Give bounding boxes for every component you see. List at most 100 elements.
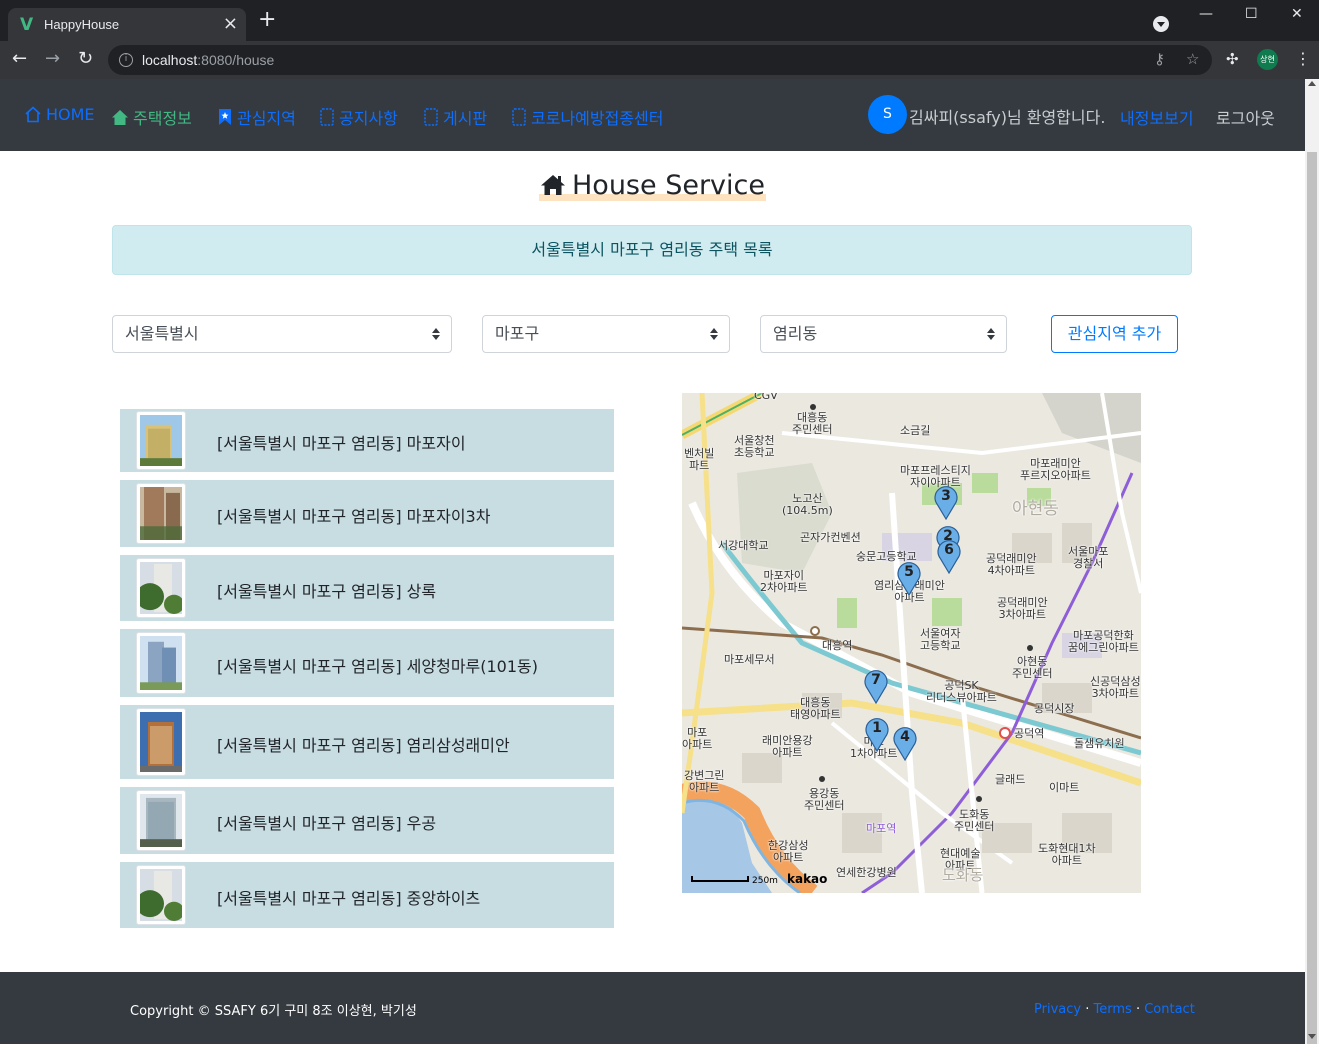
close-window-icon[interactable]: ✕ [1291, 6, 1303, 22]
welcome-text: 김싸피(ssafy)님 환영합니다. [909, 108, 1106, 127]
key-icon[interactable]: ⚷ [1154, 50, 1165, 68]
scroll-down-icon[interactable] [1308, 1034, 1316, 1039]
map-label: 도화동 주민센터 [954, 808, 995, 833]
house-fill-icon [541, 175, 565, 195]
select-caret-icon [710, 328, 718, 340]
house-list-item[interactable]: [서울특별시 마포구 염리동] 마포자이3차 [120, 480, 614, 547]
nav-house-info[interactable]: 주택정보 [111, 105, 192, 129]
house-list-item[interactable]: [서울특별시 마포구 염리동] 우공 [120, 787, 614, 854]
dong-select[interactable]: 염리동 [760, 315, 1007, 353]
house-thumbnail [136, 483, 186, 544]
maximize-icon[interactable]: ☐ [1245, 6, 1258, 22]
map-label: 노고산 (104.5m) [782, 492, 833, 517]
house-list-item[interactable]: [서울특별시 마포구 염리동] 마포자이 [120, 409, 614, 472]
nav-notice-label: 공지사항 [339, 109, 398, 128]
house-name: [서울특별시 마포구 염리동] 상록 [217, 582, 437, 601]
house-name: [서울특별시 마포구 염리동] 염리삼성래미안 [217, 736, 510, 755]
kakao-map[interactable]: 대흥동 주민센터 소금길 서울창천 초등학교 마포프레스티지 자이아파트 마포래미안 푸… [682, 393, 1141, 893]
forward-icon[interactable]: → [45, 49, 60, 69]
scroll-up-icon[interactable] [1308, 81, 1316, 86]
house-list-item[interactable]: [서울특별시 마포구 염리동] 세양청마루(101동) [120, 629, 614, 697]
new-tab-icon[interactable]: + [258, 9, 276, 31]
marker-number: 3 [941, 488, 951, 504]
map-label: CGV [754, 393, 778, 402]
map-label: 공덕역 [1014, 727, 1045, 740]
house-thumbnail [136, 558, 186, 618]
nav-interest-area[interactable]: 관심지역 [217, 105, 296, 129]
map-marker[interactable]: 5 [897, 562, 921, 596]
map-label: 마포공덕한화 꿈에그린아파트 [1068, 629, 1139, 654]
map-marker[interactable]: 7 [864, 670, 888, 704]
kakao-logo: kakao [787, 872, 828, 886]
map-label: 서울창천 초등학교 [734, 434, 775, 459]
map-label: 공덕SK 리더스뷰아파트 [926, 679, 997, 704]
nav-vaccine-center[interactable]: 코로나예방접종센터 [511, 105, 663, 129]
minimize-icon[interactable]: — [1199, 6, 1213, 22]
city-select[interactable]: 서울특별시 [112, 315, 452, 353]
back-icon[interactable]: ← [12, 49, 27, 69]
house-list-item[interactable]: [서울특별시 마포구 염리동] 중앙하이츠 [120, 862, 614, 928]
map-label: 돌샘유치원 [1074, 737, 1125, 750]
map-label: 공덕래미안 3차아파트 [997, 596, 1048, 621]
map-label: 대흥역 [822, 639, 853, 652]
map-label: 서강대학교 [718, 539, 769, 552]
footer-separator: · [1085, 1002, 1090, 1017]
nav-interest-area-label: 관심지역 [237, 109, 296, 128]
map-label: 신공덕삼성 3차아파트 [1090, 675, 1141, 700]
map-label: 아현동 주민센터 [1012, 655, 1053, 680]
map-marker[interactable]: 1 [865, 718, 889, 752]
address-bar[interactable]: i localhost:8080/house ⚷ ☆ [108, 45, 1212, 75]
house-thumbnail [136, 632, 186, 694]
map-label: 대흥동 주민센터 [792, 411, 833, 436]
add-interest-button[interactable]: 관심지역 추가 [1051, 315, 1178, 353]
map-label: 대흥동 태영아파트 [790, 696, 841, 721]
reload-icon[interactable]: ↻ [78, 49, 93, 69]
house-thumbnail [136, 411, 186, 470]
house-list-item[interactable]: [서울특별시 마포구 염리동] 상록 [120, 555, 614, 621]
nav-home[interactable]: HOME [24, 105, 95, 124]
star-icon[interactable]: ☆ [1186, 50, 1199, 68]
marker-number: 4 [900, 729, 910, 745]
privacy-link[interactable]: Privacy [1034, 1002, 1081, 1017]
tab-search-icon[interactable] [1153, 16, 1169, 32]
my-info-link[interactable]: 내정보보기 [1120, 105, 1194, 129]
map-label: 공덕시장 [1034, 702, 1075, 715]
house-list-item[interactable]: [서울특별시 마포구 염리동] 염리삼성래미안 [120, 705, 614, 779]
marker-number: 6 [944, 542, 954, 558]
logout-link[interactable]: 로그아웃 [1216, 105, 1275, 129]
house-thumbnail [136, 708, 186, 776]
menu-icon[interactable]: ⋮ [1295, 49, 1311, 68]
area-alert: 서울특별시 마포구 염리동 주택 목록 [112, 225, 1192, 275]
browser-toolbar: ← → ↻ i localhost:8080/house ⚷ ☆ ✣ 상현 ⋮ [0, 41, 1319, 79]
gu-select[interactable]: 마포구 [482, 315, 730, 353]
site-info-icon[interactable]: i [119, 53, 133, 67]
map-marker[interactable]: 3 [934, 486, 958, 520]
house-thumbnail [136, 790, 186, 851]
map-marker[interactable]: 4 [893, 727, 917, 761]
map-label: 연세한강병원 [836, 866, 897, 879]
nav-notice[interactable]: 공지사항 [319, 105, 398, 129]
nav-board-label: 게시판 [443, 109, 488, 128]
map-label: 마포 아파트 [682, 726, 713, 751]
nav-board[interactable]: 게시판 [423, 105, 487, 129]
footer-separator: · [1135, 1002, 1141, 1017]
map-label: 래미안용강 아파트 [762, 734, 813, 759]
contact-link[interactable]: Contact [1144, 1002, 1195, 1017]
map-scale-label: 250m [752, 876, 778, 886]
browser-tab[interactable]: V HappyHouse × [8, 8, 246, 41]
map-label: 용강동 주민센터 [804, 787, 845, 812]
scroll-thumb[interactable] [1307, 152, 1317, 1044]
map-label: 공덕래미안 4차아파트 [986, 552, 1037, 577]
page-scrollbar[interactable] [1305, 79, 1319, 1044]
map-label: 이마트 [1049, 781, 1080, 794]
nav-vaccine-center-label: 코로나예방접종센터 [531, 109, 664, 128]
map-label: 도화동 [942, 866, 984, 884]
marker-number: 7 [871, 672, 881, 688]
close-tab-icon[interactable]: × [223, 13, 238, 34]
terms-link[interactable]: Terms [1094, 1002, 1132, 1017]
profile-avatar[interactable]: 상현 [1257, 49, 1278, 70]
bookmark-icon [219, 109, 231, 125]
map-marker[interactable]: 6 [937, 540, 961, 574]
page-title: House Service [0, 170, 1305, 201]
extensions-icon[interactable]: ✣ [1226, 50, 1239, 68]
